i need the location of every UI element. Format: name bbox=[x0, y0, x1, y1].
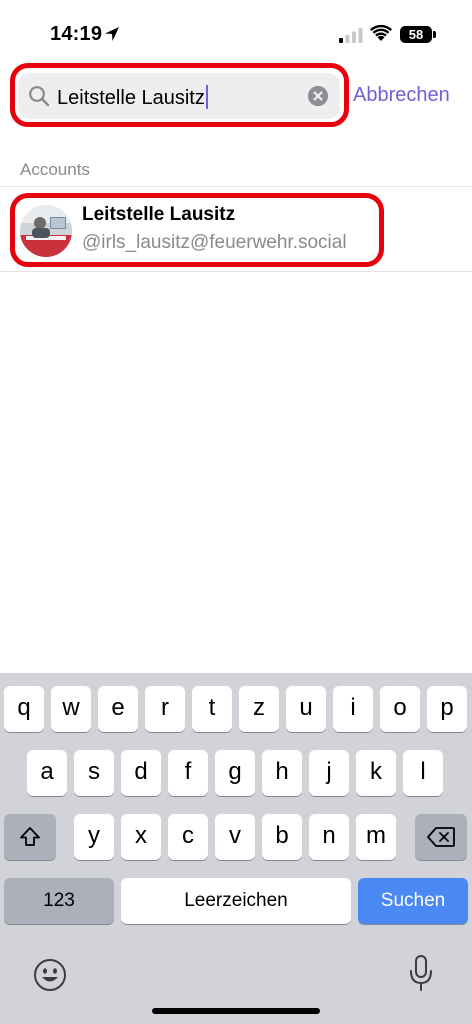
wifi-icon bbox=[370, 24, 392, 41]
shift-key[interactable] bbox=[4, 814, 56, 860]
key-l[interactable]: l bbox=[403, 750, 443, 796]
status-bar: 14:19 58 bbox=[0, 0, 472, 60]
key-v[interactable]: v bbox=[215, 814, 255, 860]
home-indicator[interactable] bbox=[152, 1008, 320, 1014]
key-k[interactable]: k bbox=[356, 750, 396, 796]
clear-text-icon[interactable] bbox=[308, 86, 328, 106]
key-c[interactable]: c bbox=[168, 814, 208, 860]
key-y[interactable]: y bbox=[74, 814, 114, 860]
backspace-key[interactable] bbox=[415, 814, 467, 860]
section-divider-bottom bbox=[0, 271, 472, 272]
key-p[interactable]: p bbox=[427, 686, 467, 732]
key-w[interactable]: w bbox=[51, 686, 91, 732]
key-u[interactable]: u bbox=[286, 686, 326, 732]
key-t[interactable]: t bbox=[192, 686, 232, 732]
battery-tip bbox=[433, 31, 436, 38]
text-caret bbox=[205, 85, 208, 109]
space-key[interactable]: Leerzeichen bbox=[121, 878, 351, 924]
key-b[interactable]: b bbox=[262, 814, 302, 860]
key-n[interactable]: n bbox=[309, 814, 349, 860]
numbers-key[interactable]: 123 bbox=[4, 878, 114, 924]
section-divider-top bbox=[0, 186, 472, 187]
key-o[interactable]: o bbox=[380, 686, 420, 732]
shift-icon bbox=[20, 827, 40, 846]
battery-icon: 58 bbox=[400, 26, 432, 43]
key-z[interactable]: z bbox=[239, 686, 279, 732]
key-d[interactable]: d bbox=[121, 750, 161, 796]
location-arrow-icon bbox=[105, 27, 119, 41]
search-submit-key[interactable]: Suchen bbox=[358, 878, 468, 924]
account-handle: @irls_lausitz@feuerwehr.social bbox=[82, 232, 347, 253]
key-q[interactable]: q bbox=[4, 686, 44, 732]
emoji-icon[interactable] bbox=[33, 958, 67, 992]
magnifier-icon bbox=[29, 86, 50, 107]
search-input-value: Leitstelle Lausitz bbox=[57, 87, 205, 109]
cancel-button[interactable]: Abbrechen bbox=[353, 84, 450, 107]
status-time: 14:19 bbox=[50, 23, 103, 45]
backspace-icon bbox=[427, 827, 455, 847]
account-avatar bbox=[20, 205, 72, 257]
key-a[interactable]: a bbox=[27, 750, 67, 796]
search-input[interactable]: Leitstelle Lausitz bbox=[57, 85, 208, 110]
key-g[interactable]: g bbox=[215, 750, 255, 796]
key-x[interactable]: x bbox=[121, 814, 161, 860]
key-f[interactable]: f bbox=[168, 750, 208, 796]
key-r[interactable]: r bbox=[145, 686, 185, 732]
microphone-icon[interactable] bbox=[408, 955, 434, 993]
cellular-signal-icon bbox=[339, 28, 363, 43]
key-e[interactable]: e bbox=[98, 686, 138, 732]
key-s[interactable]: s bbox=[74, 750, 114, 796]
section-header-accounts: Accounts bbox=[20, 160, 90, 179]
key-j[interactable]: j bbox=[309, 750, 349, 796]
account-display-name: Leitstelle Lausitz bbox=[82, 204, 236, 225]
key-i[interactable]: i bbox=[333, 686, 373, 732]
key-h[interactable]: h bbox=[262, 750, 302, 796]
search-field[interactable]: Leitstelle Lausitz bbox=[18, 73, 340, 119]
battery-level: 58 bbox=[408, 27, 424, 42]
key-m[interactable]: m bbox=[356, 814, 396, 860]
